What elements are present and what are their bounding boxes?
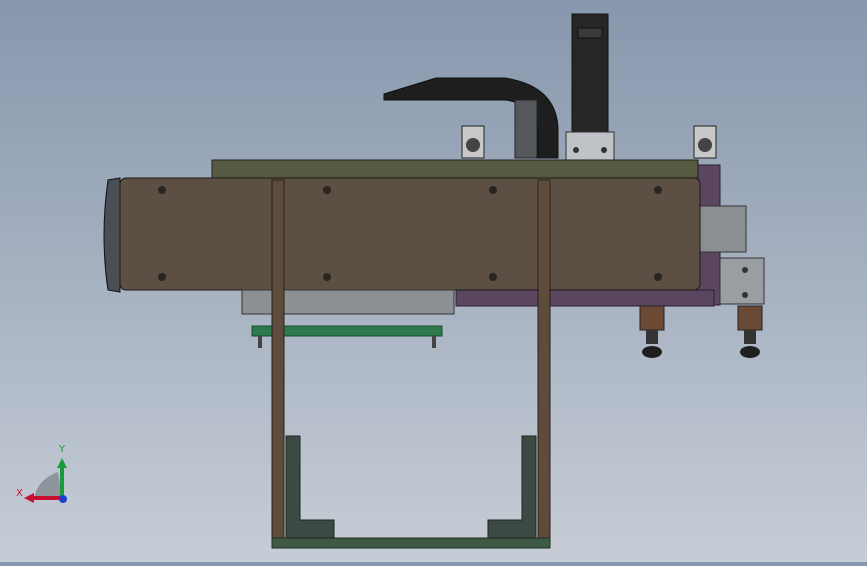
z-axis-dot [59, 495, 67, 503]
pneumatic-valve-left[interactable] [461, 125, 485, 159]
x-axis-label: X [16, 488, 23, 499]
suction-cup-left[interactable] [639, 305, 665, 358]
suction-cup-right[interactable] [737, 305, 763, 358]
triad-quadrant [34, 472, 62, 500]
top-plate[interactable] [211, 159, 699, 179]
y-axis-label: Y [58, 444, 66, 455]
pneumatic-valve-right[interactable] [693, 125, 717, 159]
coordinate-triad: Y X [14, 440, 74, 510]
x-axis-arrowhead [24, 493, 34, 503]
linear-module-beam[interactable] [103, 177, 701, 293]
servo-motor[interactable] [565, 13, 615, 161]
cad-viewport[interactable]: Y X [0, 0, 867, 562]
y-axis-arrowhead [57, 458, 67, 468]
assembly-model[interactable] [0, 0, 867, 562]
